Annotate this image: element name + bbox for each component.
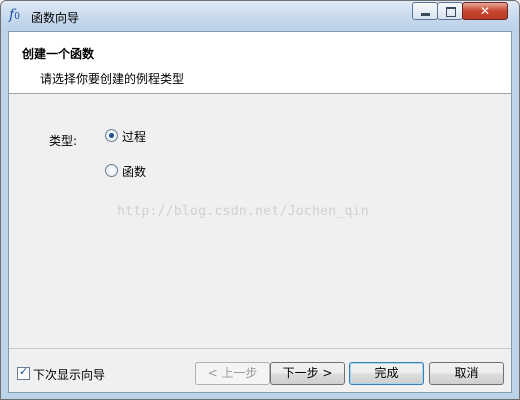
next-button[interactable]: 下一步 > [270,362,345,385]
page-title: 创建一个函数 [22,47,95,61]
function-icon: f0 [9,7,20,23]
cancel-button[interactable]: 取消 [429,362,504,385]
watermark-text: http://blog.csdn.net/Jochen_qin [117,204,369,219]
minimize-button[interactable] [412,2,438,20]
page-subtitle: 请选择你要创建的例程类型 [40,72,185,86]
close-icon: ✕ [479,4,491,18]
minimize-icon [421,13,430,16]
wizard-header: 创建一个函数 请选择你要创建的例程类型 [9,32,511,94]
radio-function-label[interactable]: 函数 [122,163,146,180]
wizard-body: 创建一个函数 请选择你要创建的例程类型 类型: 过程 函数 http://blo… [8,31,512,393]
close-button[interactable]: ✕ [462,2,508,20]
radio-procedure-label[interactable]: 过程 [122,128,146,145]
title-bar[interactable]: f0 函数向导 ✕ [1,1,519,31]
back-button[interactable]: < 上一步 [195,362,270,385]
maximize-icon [446,7,456,17]
wizard-window: f0 函数向导 ✕ 创建一个函数 请选择你要创建的例程类型 类型: 过程 函数 … [0,0,520,400]
radio-selected-dot [109,133,114,138]
finish-button[interactable]: 完成 [349,362,424,385]
show-wizard-checkbox[interactable]: ✓ [17,365,30,380]
show-wizard-label[interactable]: 下次显示向导 [33,366,105,383]
radio-button[interactable] [105,129,118,142]
maximize-button[interactable] [437,2,463,20]
window-title: 函数向导 [31,11,80,25]
type-label: 类型: [49,134,78,148]
checkmark-icon: ✓ [19,365,29,378]
radio-button[interactable] [105,164,118,177]
wizard-footer: ✓ 下次显示向导 < 上一步 下一步 > 完成 取消 [9,348,511,393]
